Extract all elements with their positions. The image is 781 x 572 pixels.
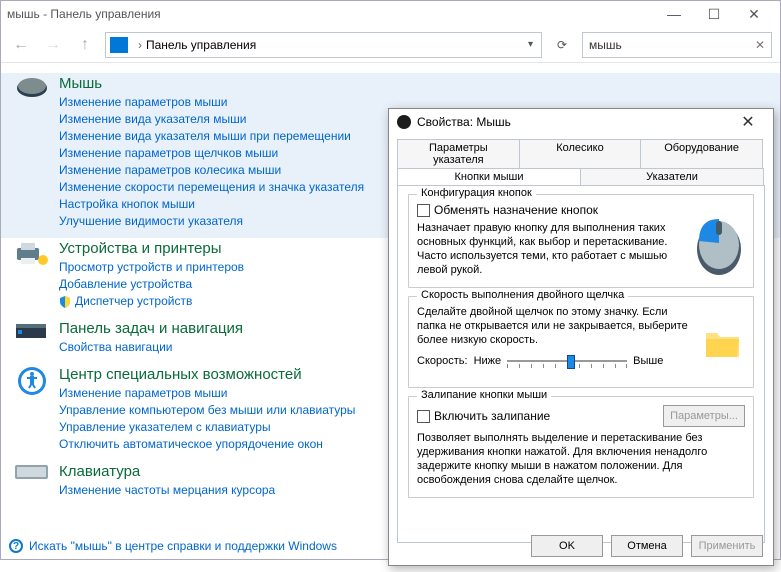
clicklock-params-button[interactable]: Параметры... <box>663 405 745 427</box>
folder-icon[interactable] <box>703 325 743 361</box>
dialog-titlebar: Свойства: Мышь ✕ <box>389 109 773 135</box>
mouse-illustration <box>693 209 745 277</box>
minimize-button[interactable]: — <box>654 2 694 26</box>
tab-panel-buttons: Конфигурация кнопок Обменять назначение … <box>397 185 765 543</box>
breadcrumb-bar[interactable]: › Панель управления ▾ <box>105 32 542 58</box>
category-title[interactable]: Мышь <box>59 75 768 92</box>
dialog-close-button[interactable]: ✕ <box>731 111 765 133</box>
taskbar-icon <box>13 320 51 352</box>
swap-buttons-desc: Назначает правую кнопку для выполнения т… <box>417 221 683 277</box>
search-value: мышь <box>589 38 622 52</box>
shield-icon <box>59 296 71 308</box>
chevron-down-icon[interactable]: ▾ <box>528 39 533 50</box>
slow-label: Ниже <box>474 355 502 367</box>
window-title: мышь - Панель управления <box>7 7 161 21</box>
titlebar: мышь - Панель управления — ☐ ✕ <box>1 1 780 27</box>
mouse-icon <box>13 75 51 107</box>
tab-buttons[interactable]: Кнопки мыши <box>397 168 581 185</box>
swap-buttons-label: Обменять назначение кнопок <box>434 203 598 217</box>
ok-button[interactable]: OK <box>531 535 603 557</box>
group-doubleclick: Скорость выполнения двойного щелчка Сдел… <box>408 296 754 388</box>
up-button[interactable]: ↑ <box>73 33 97 57</box>
tab-hardware[interactable]: Оборудование <box>640 139 763 168</box>
group-title: Залипание кнопки мыши <box>417 389 551 401</box>
accessibility-icon <box>13 366 51 398</box>
help-icon: ? <box>9 539 23 553</box>
tab-pointer-options[interactable]: Параметры указателя <box>397 139 520 168</box>
clicklock-desc: Позволяет выполнять выделение и перетаск… <box>417 431 745 487</box>
group-title: Конфигурация кнопок <box>417 187 536 199</box>
group-button-config: Конфигурация кнопок Обменять назначение … <box>408 194 754 288</box>
swap-buttons-checkbox[interactable] <box>417 204 430 217</box>
forward-button[interactable]: → <box>41 33 65 57</box>
clicklock-checkbox[interactable] <box>417 410 430 423</box>
apply-button[interactable]: Применить <box>691 535 763 557</box>
keyboard-icon <box>13 463 51 495</box>
cancel-button[interactable]: Отмена <box>611 535 683 557</box>
link-label: Диспетчер устройств <box>75 293 192 310</box>
tab-wheel[interactable]: Колесико <box>519 139 642 168</box>
dialog-title: Свойства: Мышь <box>417 115 511 129</box>
group-clicklock: Залипание кнопки мыши Включить залипание… <box>408 396 754 498</box>
mouse-properties-dialog: Свойства: Мышь ✕ Параметры указателя Кол… <box>388 108 774 566</box>
back-button[interactable]: ← <box>9 33 33 57</box>
dialog-button-row: OK Отмена Применить <box>531 535 763 557</box>
breadcrumb[interactable]: Панель управления <box>146 38 256 52</box>
clear-search-icon[interactable]: ✕ <box>755 38 765 52</box>
chevron-right-icon: › <box>138 38 142 52</box>
group-title: Скорость выполнения двойного щелчка <box>417 289 628 301</box>
tab-strip: Параметры указателя Колесико Оборудовани… <box>389 135 773 185</box>
doubleclick-speed-slider[interactable] <box>507 351 627 371</box>
fast-label: Выше <box>633 355 663 367</box>
help-footer[interactable]: ? Искать "мышь" в центре справки и подде… <box>9 539 337 553</box>
help-text: Искать "мышь" в центре справки и поддерж… <box>29 539 337 553</box>
dblclick-desc: Сделайте двойной щелчок по этому значку.… <box>417 305 693 347</box>
clicklock-label: Включить залипание <box>434 409 550 423</box>
search-input[interactable]: мышь ✕ <box>582 32 772 58</box>
speed-label: Скорость: <box>417 355 468 367</box>
refresh-button[interactable]: ⟳ <box>550 38 574 52</box>
maximize-button[interactable]: ☐ <box>694 2 734 26</box>
tab-pointers[interactable]: Указатели <box>580 168 764 185</box>
navbar: ← → ↑ › Панель управления ▾ ⟳ мышь ✕ <box>1 27 780 63</box>
mouse-small-icon <box>397 115 411 129</box>
control-panel-icon <box>110 37 128 53</box>
close-button[interactable]: ✕ <box>734 2 774 26</box>
printer-icon <box>13 240 51 272</box>
